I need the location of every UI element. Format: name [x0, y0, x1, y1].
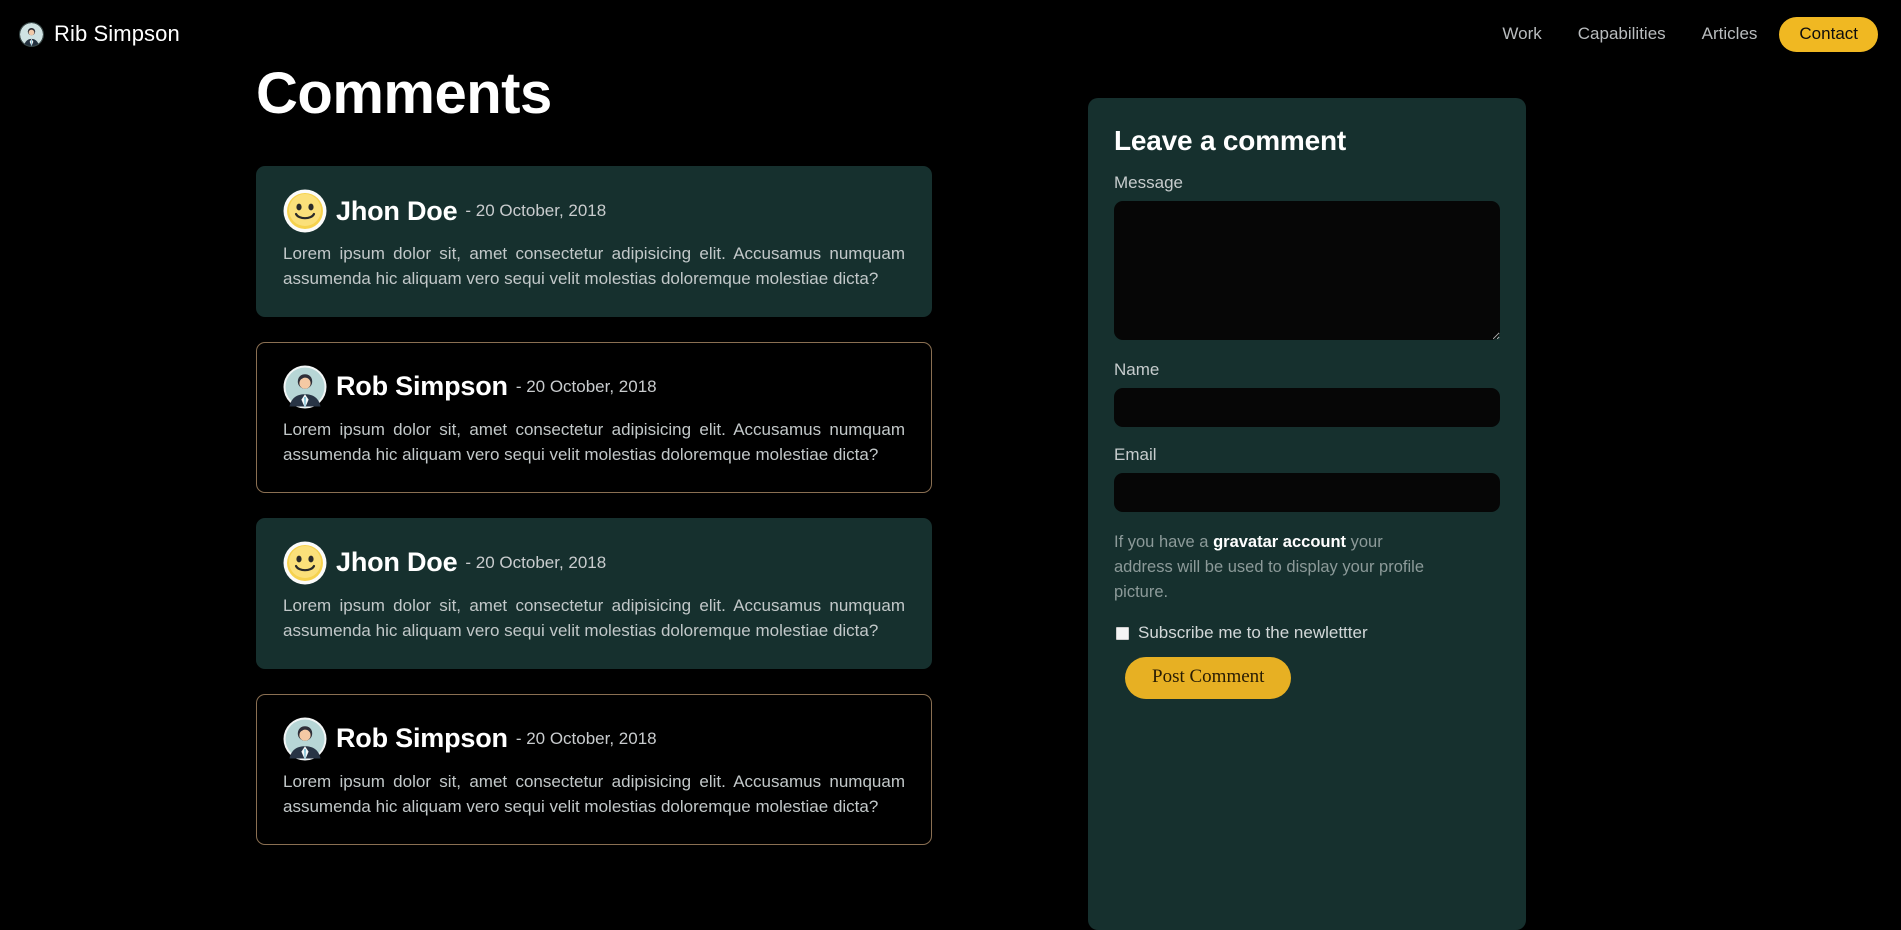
name-label: Name [1114, 360, 1160, 379]
comment-date: - 20 October, 2018 [515, 728, 657, 748]
brand-name: Rib Simpson [54, 21, 180, 46]
message-label: Message [1114, 173, 1183, 192]
primary-nav: Work Capabilities Articles Contact [1484, 16, 1878, 52]
nav-link-work[interactable]: Work [1484, 18, 1559, 50]
page-content: Comments Jhon Doe - 20 October, 2018 Lor… [0, 62, 1901, 930]
form-title: Leave a comment [1114, 125, 1346, 156]
smiley-face-avatar-icon [283, 541, 327, 585]
comment-author: Jhon Doe [336, 195, 458, 226]
post-comment-button[interactable]: Post Comment [1125, 657, 1292, 700]
comment-body: Lorem ipsum dolor sit, amet consectetur … [283, 595, 905, 640]
comment-date: - 20 October, 2018 [465, 201, 607, 220]
comment-header: Rob Simpson - 20 October, 2018 [283, 365, 905, 409]
comment-date: - 20 October, 2018 [465, 552, 607, 572]
comment-date: - 20 October, 2018 [515, 376, 657, 396]
comment-author: Rob Simpson [336, 723, 508, 754]
message-input[interactable] [1114, 201, 1500, 340]
businessman-avatar-icon [283, 717, 327, 761]
subscribe-label[interactable]: Subscribe me to the newlettter [1138, 623, 1368, 643]
email-label: Email [1114, 445, 1157, 464]
name-input[interactable] [1114, 388, 1500, 427]
contact-button[interactable]: Contact [1779, 16, 1878, 52]
comment-card: Rob Simpson - 20 October, 2018 Lorem ips… [256, 341, 932, 493]
comment-card: Jhon Doe - 20 October, 2018 Lorem ipsum … [256, 166, 932, 317]
helper-prefix: If you have a [1114, 533, 1214, 551]
comment-header: Jhon Doe - 20 October, 2018 [283, 541, 905, 585]
person-avatar-icon [20, 22, 43, 46]
comment-body: Lorem ipsum dolor sit, amet consectetur … [283, 771, 905, 816]
comment-author: Rob Simpson [336, 371, 508, 402]
subscribe-row: Subscribe me to the newlettter [1116, 623, 1500, 643]
comment-card: Rob Simpson - 20 October, 2018 Lorem ips… [256, 693, 932, 845]
leave-comment-panel: Leave a comment Message Name Email If yo… [1088, 98, 1526, 930]
brand-home-link[interactable]: Rib Simpson [20, 21, 180, 47]
businessman-avatar-icon [283, 365, 327, 409]
comment-header: Rob Simpson - 20 October, 2018 [283, 717, 905, 761]
nav-link-articles[interactable]: Articles [1684, 18, 1776, 50]
smiley-face-avatar-icon [283, 189, 327, 233]
nav-link-capabilities[interactable]: Capabilities [1560, 18, 1684, 50]
comment-body: Lorem ipsum dolor sit, amet consectetur … [283, 244, 905, 288]
email-input[interactable] [1114, 473, 1500, 512]
comment-author: Jhon Doe [336, 547, 458, 578]
page-title: Comments [256, 61, 552, 126]
gravatar-helper-text: If you have a gravatar account your addr… [1114, 530, 1444, 605]
site-header: Rib Simpson Work Capabilities Articles C… [0, 0, 1901, 68]
comment-card: Jhon Doe - 20 October, 2018 Lorem ipsum … [256, 517, 932, 669]
comment-body: Lorem ipsum dolor sit, amet consectetur … [283, 419, 905, 464]
gravatar-account-link[interactable]: gravatar account [1213, 533, 1346, 551]
comment-header: Jhon Doe - 20 October, 2018 [283, 189, 905, 233]
subscribe-checkbox[interactable] [1116, 626, 1129, 640]
comments-list: Jhon Doe - 20 October, 2018 Lorem ipsum … [256, 166, 932, 870]
